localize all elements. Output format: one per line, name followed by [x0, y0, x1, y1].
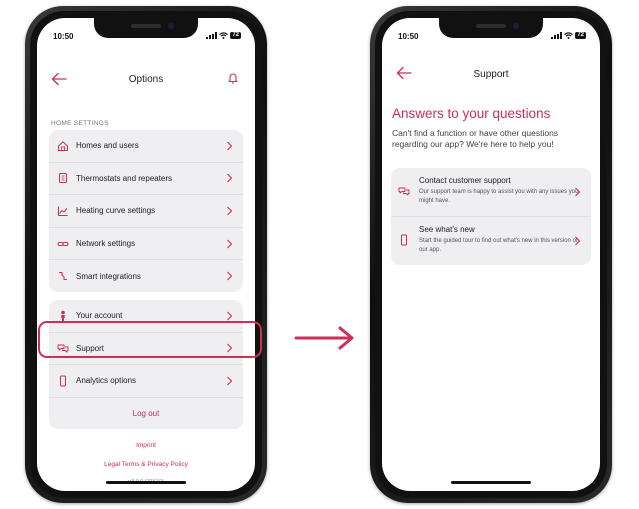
menu-item-smart-integrations[interactable]: Smart integrations	[49, 259, 243, 292]
chevron-right-icon	[227, 239, 233, 248]
phone-notch	[439, 18, 543, 38]
status-icons: 72	[551, 32, 586, 39]
home-indicator	[451, 481, 531, 484]
wifi-icon	[564, 32, 574, 39]
menu-item-label: Your account	[76, 311, 123, 321]
logout-button[interactable]: Log out	[49, 396, 243, 429]
chevron-right-icon	[227, 376, 233, 386]
menu-item-thermostats[interactable]: Thermostats and repeaters	[49, 161, 243, 195]
support-intro: Can't find a function or have other ques…	[392, 128, 559, 149]
bell-icon[interactable]	[227, 71, 239, 85]
status-time: 10:50	[53, 32, 74, 41]
item-title: See what's new	[419, 225, 475, 234]
account-card: Your account Support Analytics options L…	[49, 300, 243, 429]
wifi-icon	[219, 32, 229, 39]
support-screen: 10:50 72 Support Answers to your questio…	[382, 18, 600, 491]
person-icon	[61, 310, 65, 322]
battery-icon: 72	[230, 32, 241, 39]
item-title: Contact customer support	[419, 176, 511, 185]
whats-new-item[interactable]: See what's new Start the guided tour to …	[391, 216, 591, 265]
section-label-home-settings: HOME SETTINGS	[51, 120, 109, 127]
page-title: Support	[473, 69, 509, 80]
menu-item-homes-and-users[interactable]: Homes and users	[49, 130, 243, 162]
status-icons: 72	[206, 32, 241, 39]
support-highlight	[38, 321, 262, 358]
item-description: Start the guided tour to find out what's…	[419, 238, 578, 253]
menu-item-label: Analytics options	[76, 376, 137, 386]
support-heading: Answers to your questions	[392, 106, 551, 121]
menu-item-network-settings[interactable]: Network settings	[49, 226, 243, 260]
status-time: 10:50	[398, 32, 419, 41]
menu-item-label: Homes and users	[76, 141, 139, 151]
signal-icon	[551, 32, 563, 39]
arrow-right-icon	[294, 326, 354, 350]
menu-item-label: Network settings	[76, 239, 136, 249]
menu-item-label: Heating curve settings	[76, 206, 156, 216]
chevron-right-icon	[227, 206, 233, 216]
phone-icon	[60, 375, 66, 387]
battery-icon: 72	[575, 32, 586, 39]
chevron-right-icon	[227, 141, 233, 151]
chat-icon	[398, 187, 410, 196]
menu-item-analytics-options[interactable]: Analytics options	[49, 364, 243, 397]
home-icon	[58, 141, 68, 151]
menu-item-label: Thermostats and repeaters	[76, 173, 173, 183]
phone-support: 10:50 72 Support Answers to your questio…	[370, 6, 612, 503]
chevron-right-icon	[227, 174, 233, 183]
chevron-right-icon	[575, 236, 581, 246]
menu-item-heating-curve[interactable]: Heating curve settings	[49, 194, 243, 227]
curve-icon	[58, 206, 68, 216]
contact-support-item[interactable]: Contact customer support Our support tea…	[391, 168, 591, 216]
phone-notch	[94, 18, 198, 38]
chevron-right-icon	[227, 311, 233, 321]
home-settings-card: Homes and users Thermostats and repeater…	[49, 130, 243, 292]
phone-icon	[401, 234, 407, 246]
legal-link[interactable]: Legal Terms & Privacy Policy	[37, 461, 255, 468]
thermostat-icon	[59, 173, 67, 184]
menu-item-label: Smart integrations	[76, 271, 141, 281]
chevron-right-icon	[575, 187, 581, 197]
chevron-right-icon	[227, 271, 233, 281]
signal-icon	[206, 32, 218, 39]
phone-options: 10:50 72 Options HOME SETTINGS Homes and…	[25, 6, 267, 503]
home-indicator	[106, 481, 186, 484]
options-screen: 10:50 72 Options HOME SETTINGS Homes and…	[37, 18, 255, 491]
integration-icon	[59, 272, 67, 281]
page-title: Options	[128, 74, 164, 85]
item-description: Our support team is happy to assist you …	[419, 189, 579, 204]
support-options-card: Contact customer support Our support tea…	[391, 168, 591, 265]
network-icon	[57, 241, 69, 246]
imprint-link[interactable]: Imprint	[37, 442, 255, 449]
